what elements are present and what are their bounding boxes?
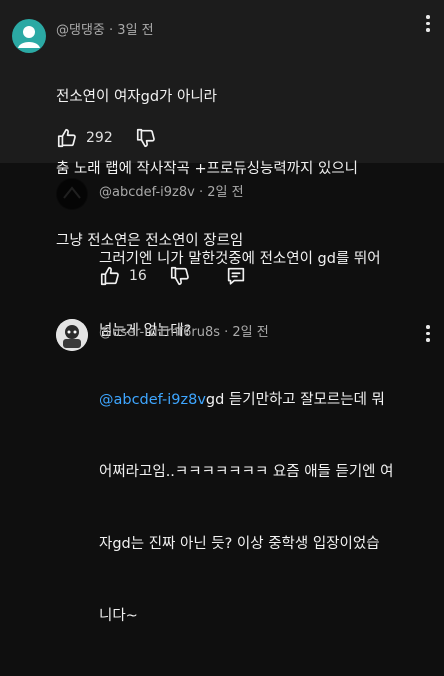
comment-time[interactable]: 2일 전: [207, 185, 243, 200]
like-count: 16: [129, 268, 147, 284]
thumbs-down-icon[interactable]: [135, 127, 157, 149]
comment-line: @abcdef-i9z8vgd 듣기만하고 잘모르는데 뭐: [99, 388, 393, 412]
thumbs-down-icon[interactable]: [169, 265, 191, 287]
reply-2: @user-rd1mf6ru8s · 2일 전 @abcdef-i9z8vgd …: [0, 303, 444, 624]
like-count: 292: [86, 130, 113, 146]
comment-author[interactable]: @댕댕중: [56, 23, 105, 38]
reply-1: @abcdef-i9z8v · 2일 전 그러기엔 니가 말한것중에 전소연이 …: [0, 163, 444, 339]
comment-line: 어쩌라고임..ㅋㅋㅋㅋㅋㅋㅋ 요즘 애들 듣기엔 여: [99, 464, 394, 480]
comment-line-rest: gd 듣기만하고 잘모르는데 뭐: [205, 392, 385, 408]
comment-time[interactable]: 2일 전: [232, 325, 268, 340]
thumbs-up-icon[interactable]: [99, 265, 121, 287]
comment-line: 니다~: [99, 608, 138, 624]
mention-link[interactable]: @abcdef-i9z8v: [99, 392, 206, 408]
thumbs-up-icon[interactable]: [56, 127, 78, 149]
comment-meta: @abcdef-i9z8v · 2일 전: [99, 185, 244, 200]
avatar[interactable]: [56, 319, 88, 351]
comment-meta: @댕댕중 · 3일 전: [56, 23, 154, 38]
avatar-image-icon: [56, 319, 88, 351]
more-vert-icon[interactable]: [426, 325, 430, 342]
comment-1: @댕댕중 · 3일 전 전소연이 여자gd가 아니라 춤 노래 랩에 작사작곡 …: [0, 0, 444, 249]
comment-author[interactable]: @user-rd1mf6ru8s: [99, 325, 220, 340]
avatar[interactable]: [56, 178, 88, 210]
avatar[interactable]: [12, 19, 46, 53]
more-vert-icon[interactable]: [426, 15, 430, 32]
comment-text: @abcdef-i9z8vgd 듣기만하고 잘모르는데 뭐 어쩌라고임..ㅋㅋㅋ…: [99, 340, 393, 676]
comment-actions: 292: [56, 127, 157, 149]
comment-line: 자gd는 진짜 아닌 듯? 이상 중학생 입장이었습: [99, 536, 380, 552]
user-silhouette-icon: [18, 26, 40, 48]
comment-actions: 16: [99, 265, 247, 287]
avatar-image-icon: [57, 179, 87, 209]
comment-time[interactable]: 3일 전: [117, 23, 153, 38]
reply-comment-icon[interactable]: [225, 265, 247, 287]
comment-line: 전소연이 여자gd가 아니라: [56, 89, 218, 105]
comment-meta: @user-rd1mf6ru8s · 2일 전: [99, 325, 269, 340]
comment-author[interactable]: @abcdef-i9z8v: [99, 185, 195, 200]
